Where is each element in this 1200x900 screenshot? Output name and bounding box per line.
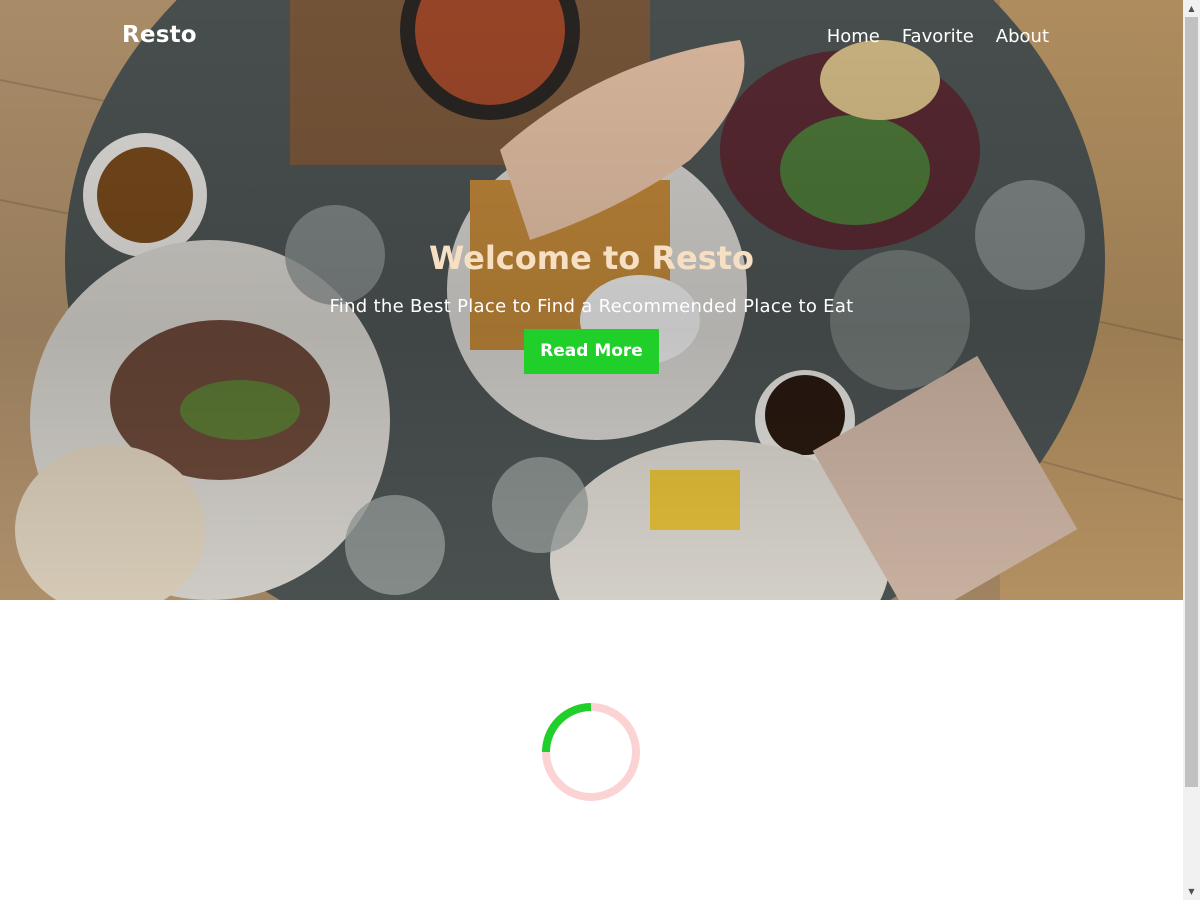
brand-logo[interactable]: Resto: [122, 22, 197, 48]
nav-link-about[interactable]: About: [996, 26, 1049, 47]
nav-item-favorite: Favorite: [902, 26, 974, 47]
read-more-button[interactable]: Read More: [524, 329, 659, 374]
scroll-up-arrow-icon[interactable]: ▲: [1183, 0, 1200, 17]
nav-link-home[interactable]: Home: [827, 26, 880, 47]
hero-subtitle: Find the Best Place to Find a Recommende…: [329, 296, 854, 317]
loading-spinner-icon: [542, 703, 640, 801]
nav-item-home: Home: [827, 26, 880, 47]
vertical-scrollbar[interactable]: ▲ ▼: [1183, 0, 1200, 900]
nav-menu: Home Favorite About: [827, 26, 1049, 47]
hero-content: Welcome to Resto Find the Best Place to …: [0, 236, 1183, 374]
nav-item-about: About: [996, 26, 1049, 47]
hero-title: Welcome to Resto: [428, 239, 755, 277]
content-area: [0, 600, 1183, 900]
hero-section: Resto Home Favorite About Welcome to Res…: [0, 0, 1183, 600]
nav-link-favorite[interactable]: Favorite: [902, 26, 974, 47]
scrollbar-thumb[interactable]: [1185, 17, 1198, 787]
navbar: Resto Home Favorite About: [0, 0, 1183, 76]
scroll-down-arrow-icon[interactable]: ▼: [1183, 883, 1200, 900]
